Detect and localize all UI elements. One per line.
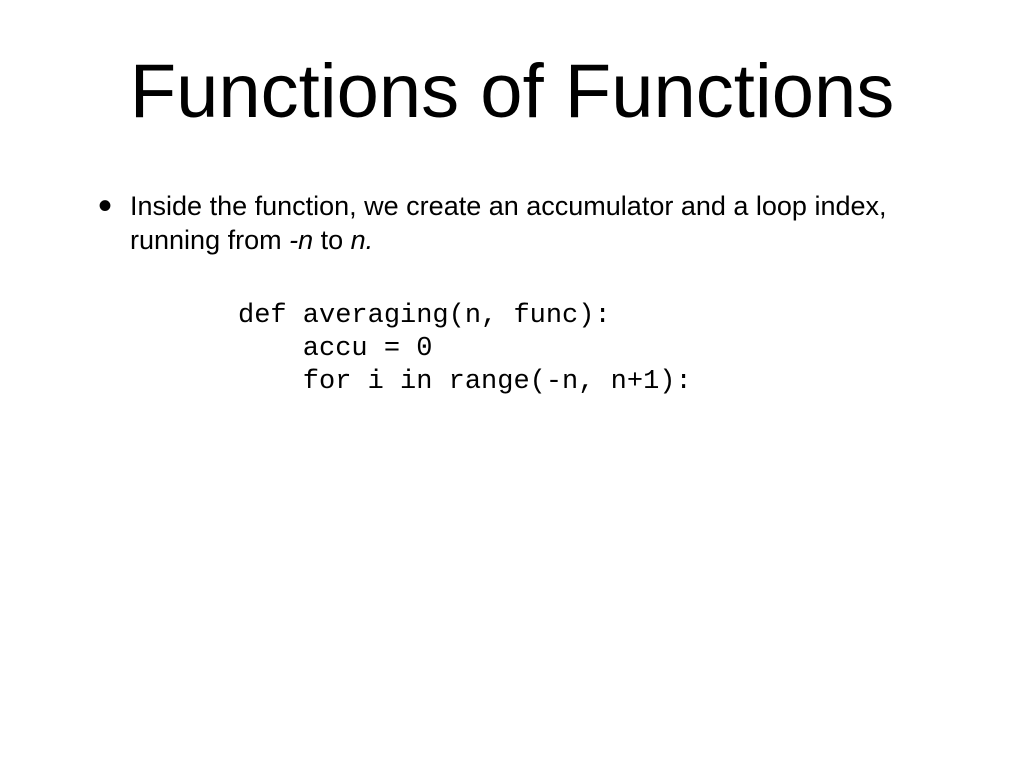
- bullet-item: • Inside the function, we create an accu…: [98, 190, 928, 258]
- slide: Functions of Functions • Inside the func…: [0, 0, 1024, 768]
- bullet-marker: •: [98, 196, 112, 216]
- bullet-text-mid: to: [313, 225, 351, 255]
- code-block: def averaging(n, func): accu = 0 for i i…: [238, 300, 692, 399]
- bullet-text-neg-n: -n: [289, 225, 313, 255]
- bullet-text: Inside the function, we create an accumu…: [130, 190, 928, 258]
- bullet-text-n: n.: [351, 225, 374, 255]
- bullet-text-pre: Inside the function, we create an accumu…: [130, 191, 886, 255]
- slide-title: Functions of Functions: [0, 48, 1024, 135]
- body-content: • Inside the function, we create an accu…: [98, 190, 928, 258]
